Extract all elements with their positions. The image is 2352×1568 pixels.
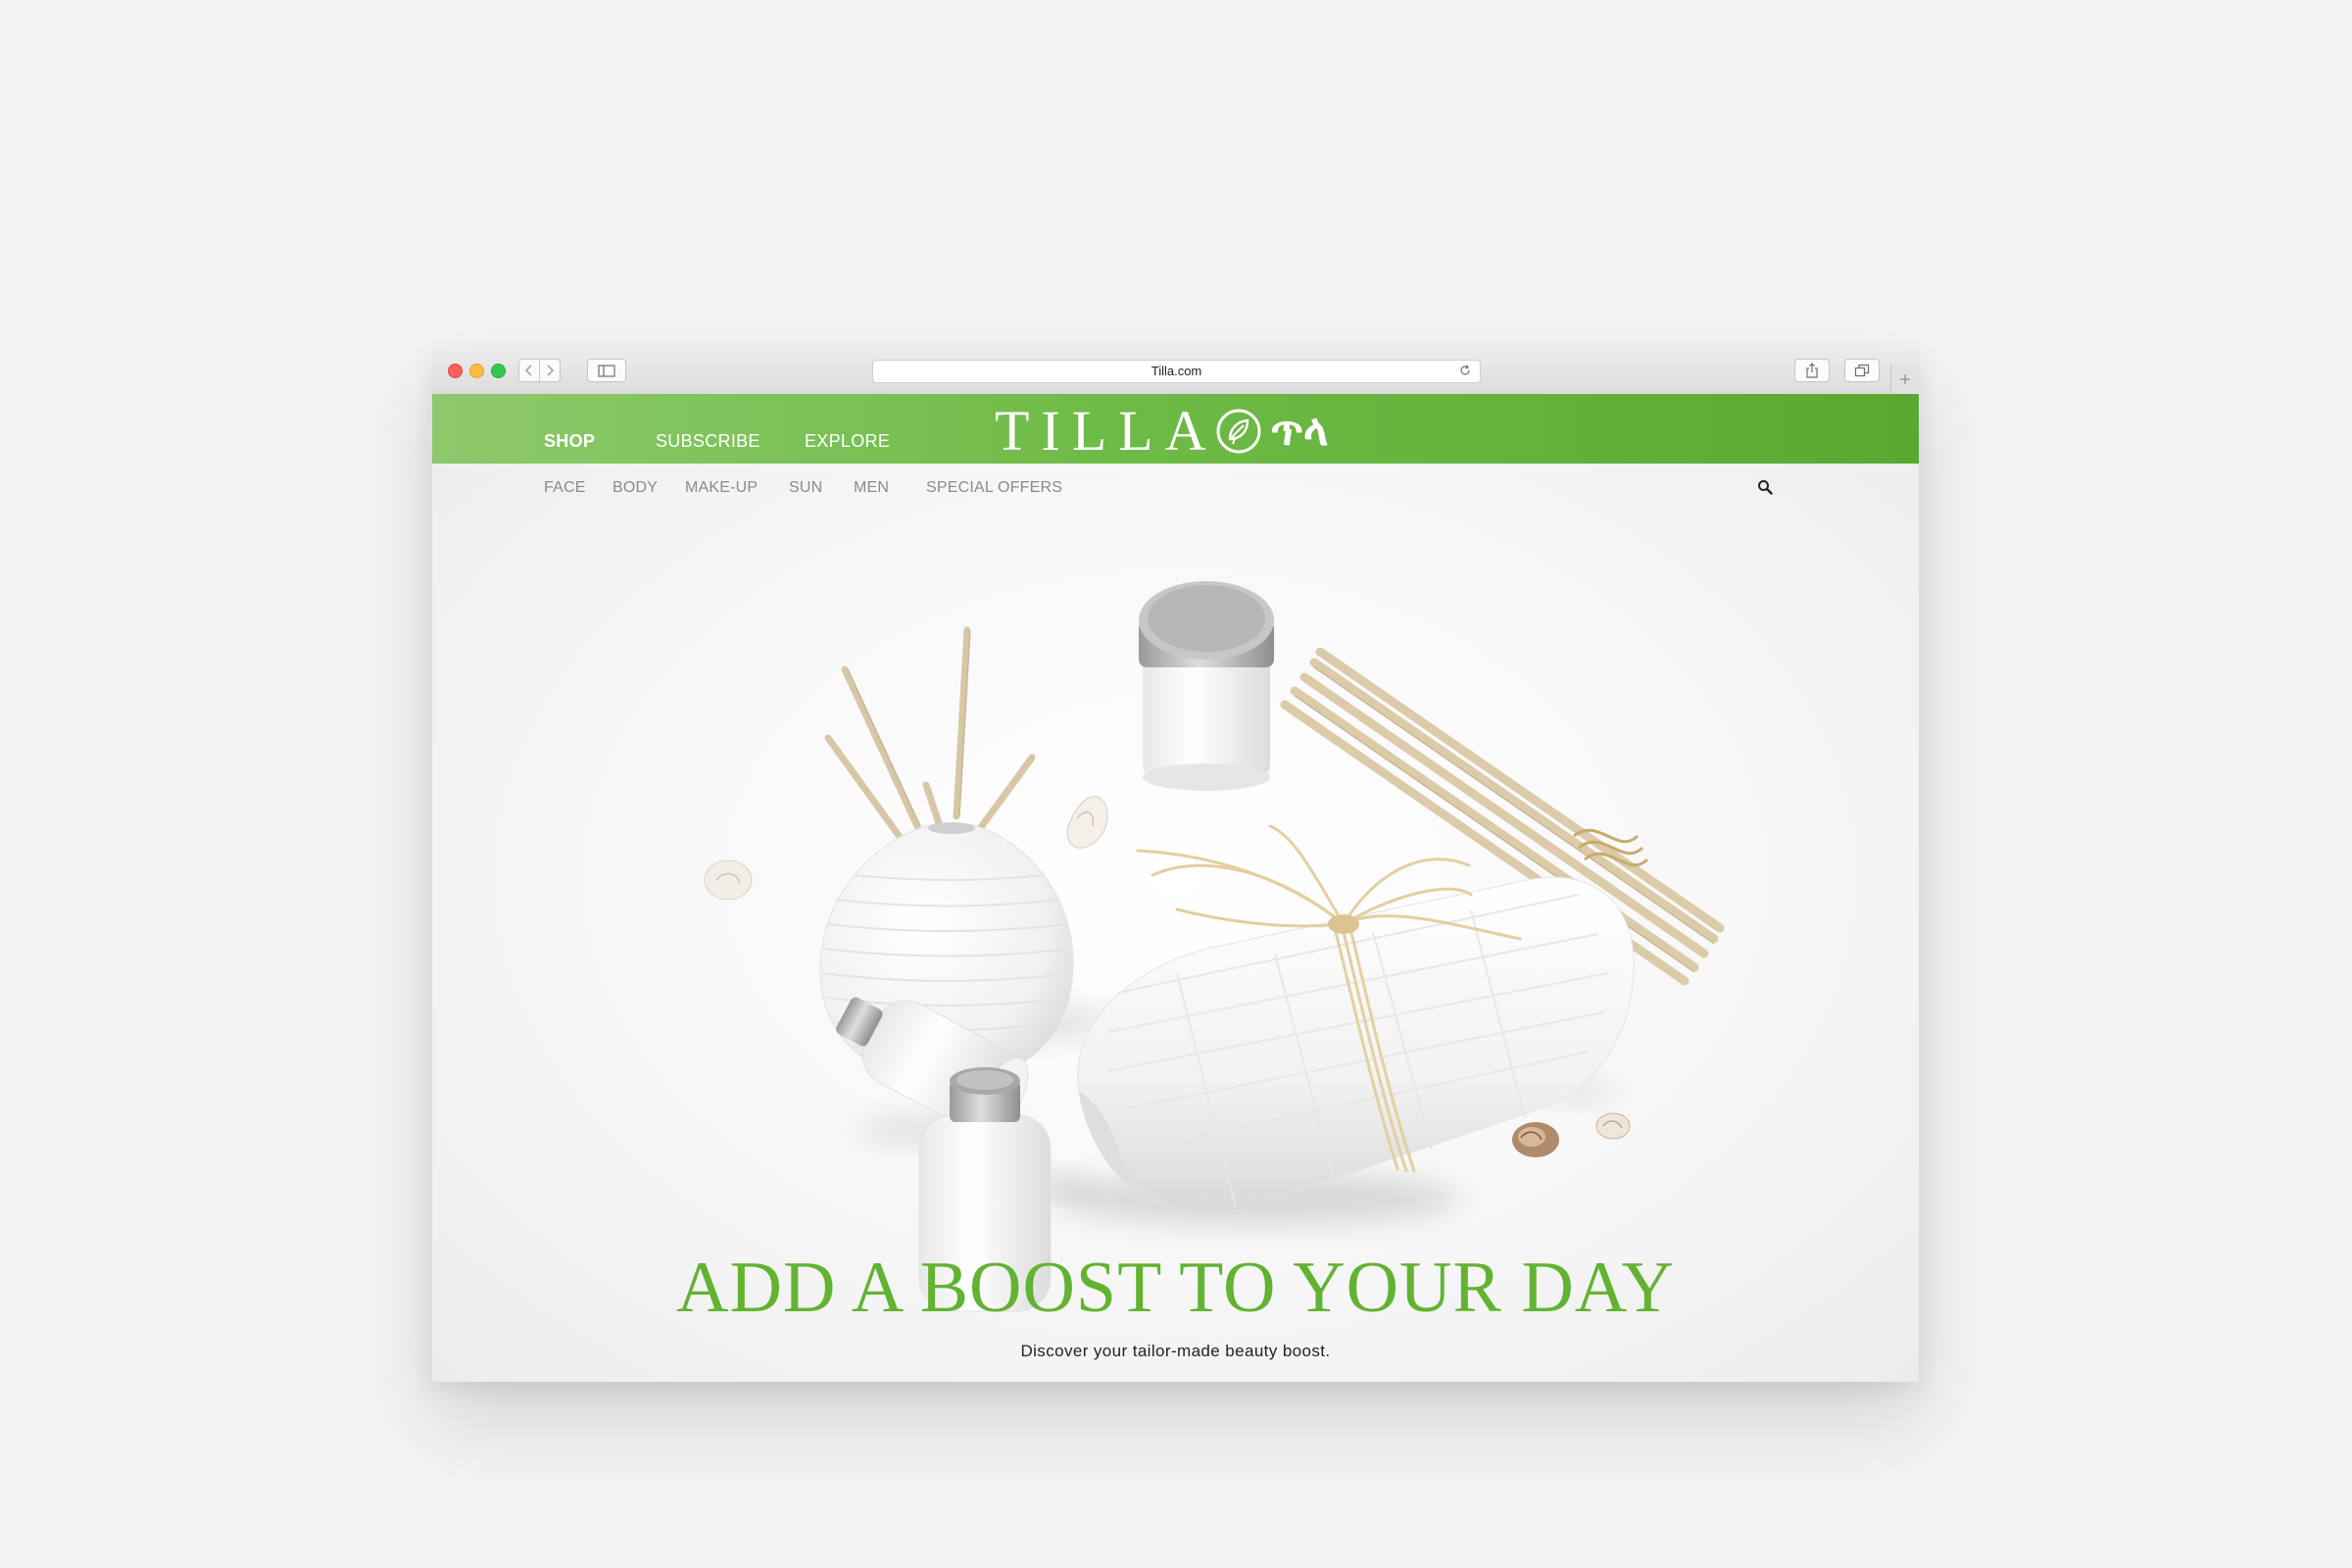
sidebar-icon: [598, 364, 615, 377]
category-nav: FACE BODY MAKE-UP SUN MEN SPECIAL OFFERS: [432, 464, 1919, 516]
tabs-icon: [1854, 364, 1870, 377]
brand-name-ethiopic: ጥላ: [1270, 406, 1329, 456]
back-arrow-icon: [524, 365, 532, 376]
share-button[interactable]: [1794, 359, 1830, 382]
category-make-up[interactable]: MAKE-UP: [685, 479, 758, 497]
reload-icon[interactable]: [1458, 364, 1472, 377]
leaf-logo-icon: [1216, 409, 1260, 454]
browser-toolbar: Tilla.com: [432, 350, 1919, 395]
category-body[interactable]: BODY: [612, 479, 658, 497]
minimize-window-button[interactable]: [469, 364, 484, 378]
hero-product-image: [704, 581, 1725, 1312]
category-sun[interactable]: SUN: [789, 479, 822, 497]
address-bar[interactable]: Tilla.com: [872, 360, 1481, 383]
plus-icon: [1900, 374, 1910, 384]
forward-button[interactable]: [539, 359, 561, 382]
forward-arrow-icon: [547, 365, 555, 376]
nav-link-shop[interactable]: SHOP: [544, 431, 595, 452]
search-icon[interactable]: [1757, 479, 1773, 495]
brand-logo[interactable]: TILLA ጥላ: [995, 399, 1329, 463]
zoom-window-button[interactable]: [491, 364, 506, 378]
sidebar-button[interactable]: [587, 359, 626, 382]
nav-link-subscribe[interactable]: SUBSCRIBE: [656, 431, 760, 452]
site-header: SHOP SUBSCRIBE EXPLORE TILLA ጥላ: [432, 394, 1919, 464]
browser-window: Tilla.com SHOP SUBSCRIBE EXPLORE TILLA ጥ…: [432, 350, 1919, 1382]
hero-subheadline: Discover your tailor-made beauty boost.: [1020, 1342, 1331, 1360]
nav-link-explore[interactable]: EXPLORE: [805, 431, 890, 452]
url-text: Tilla.com: [1151, 364, 1202, 378]
hero-page: FACE BODY MAKE-UP SUN MEN SPECIAL OFFERS…: [432, 464, 1919, 1382]
close-window-button[interactable]: [448, 364, 463, 378]
new-tab-button[interactable]: [1890, 365, 1919, 394]
category-special-offers[interactable]: SPECIAL OFFERS: [926, 479, 1062, 497]
back-button[interactable]: [518, 359, 540, 382]
category-face[interactable]: FACE: [544, 479, 586, 497]
hero-headline: ADD A BOOST TO YOUR DAY: [676, 1248, 1675, 1328]
share-icon: [1806, 363, 1818, 378]
brand-name: TILLA: [995, 399, 1218, 463]
tabs-button[interactable]: [1844, 359, 1880, 382]
category-men[interactable]: MEN: [854, 479, 889, 497]
